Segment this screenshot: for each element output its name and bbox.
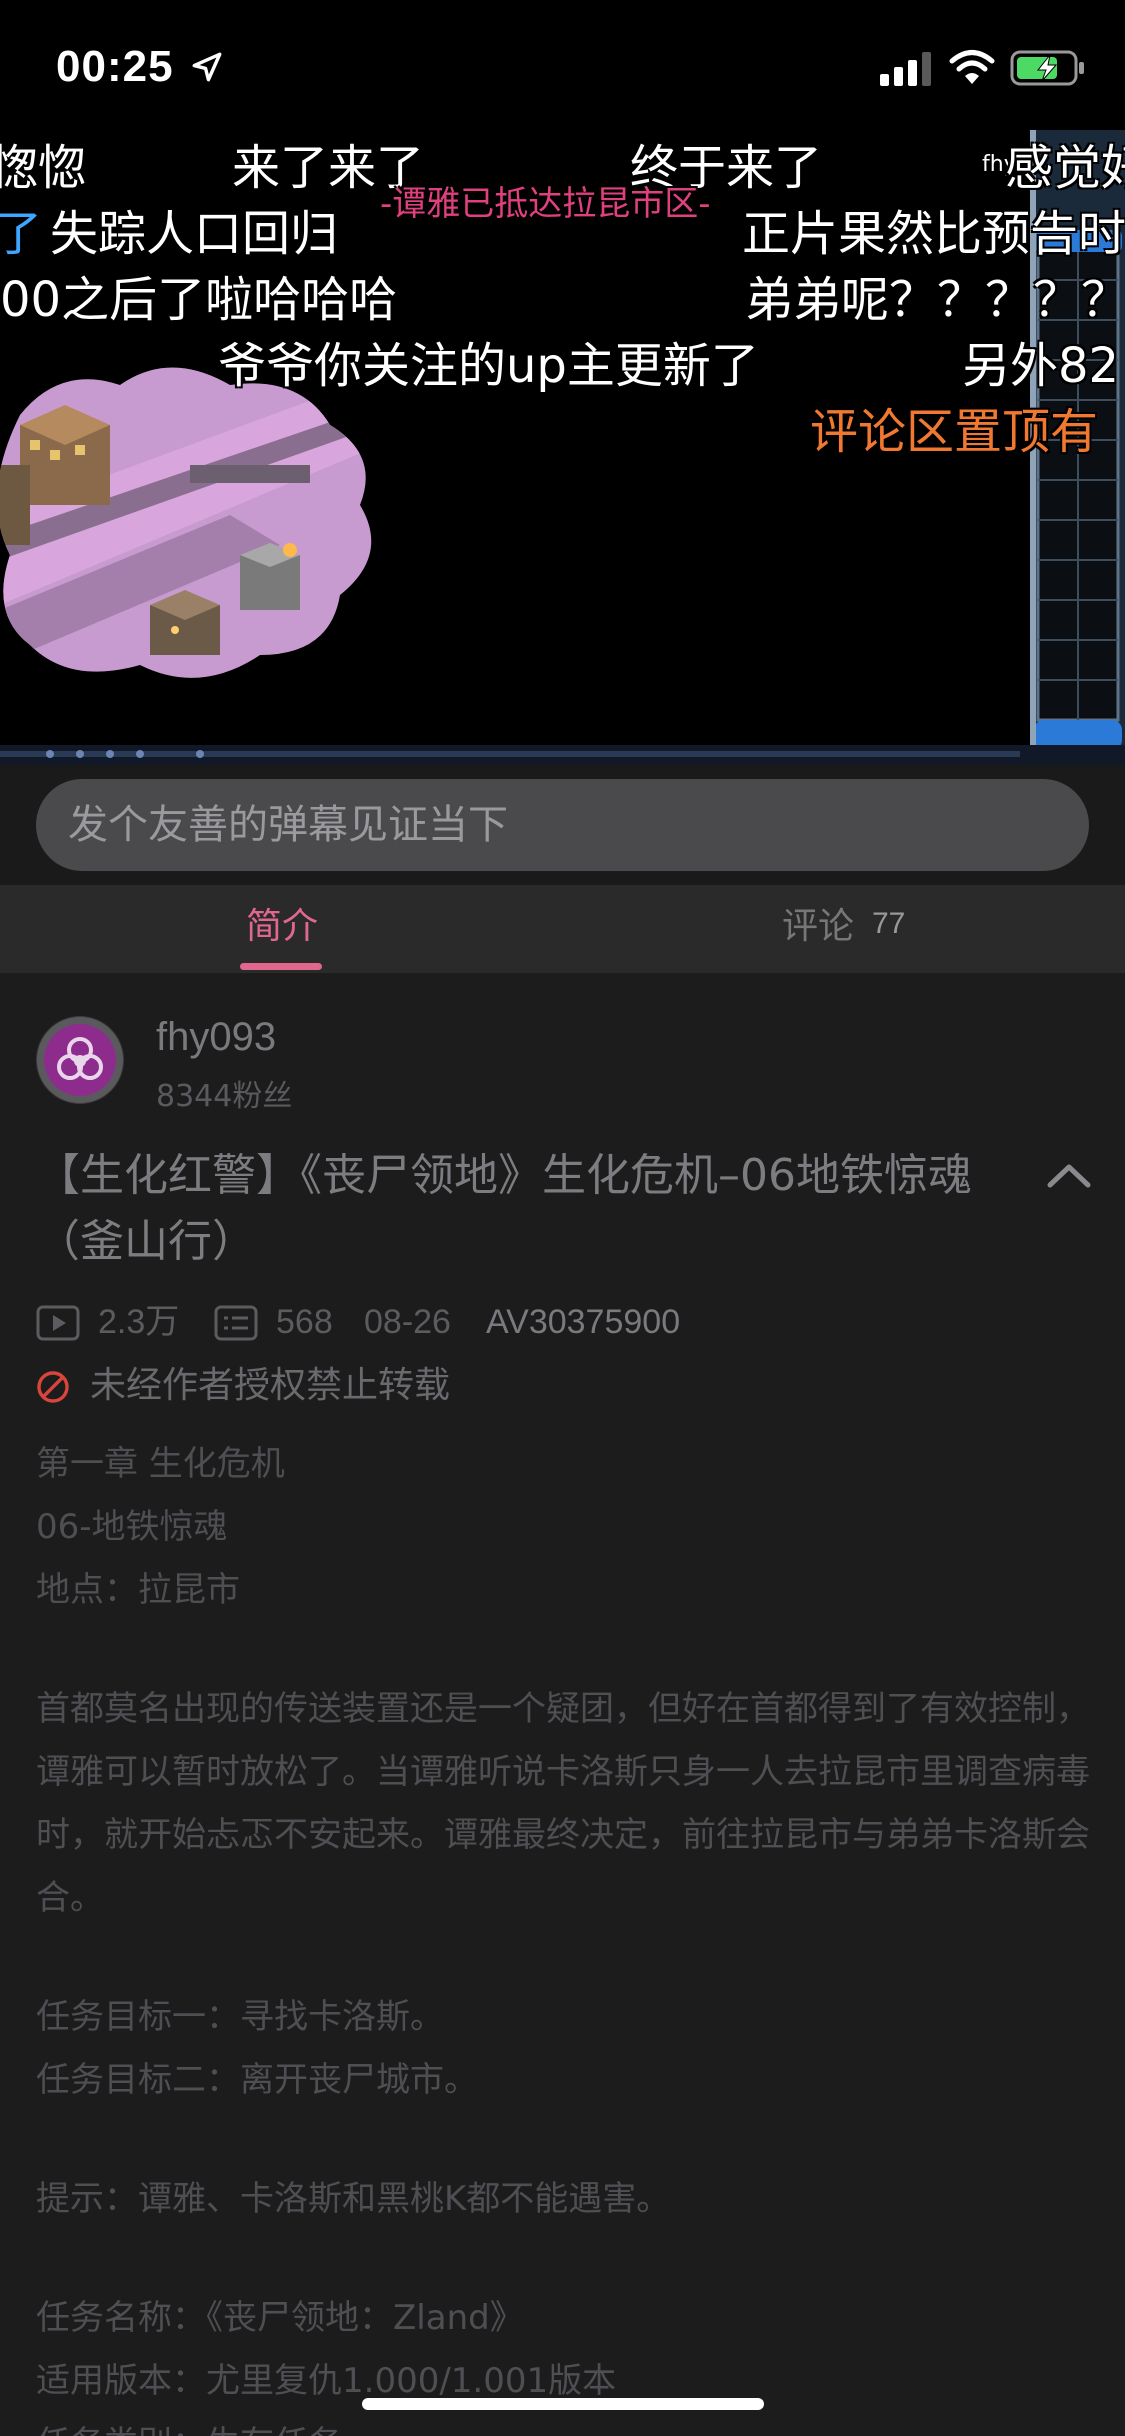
danmaku-item: 正片果然比预告时 <box>742 206 1125 262</box>
danmaku-item: 失踪人口回归 <box>50 206 339 262</box>
tab-comments[interactable]: 评论 <box>782 885 854 973</box>
danmaku-input-bar: 发个友善的弹幕见证当下 <box>0 765 1125 885</box>
danmaku-item: 愡惚 <box>0 140 87 196</box>
active-tab-indicator <box>240 963 322 970</box>
danmaku-item: 感觉好 <box>1005 140 1125 196</box>
danmaku-count-icon <box>214 1305 258 1341</box>
battery-charging-icon <box>1010 50 1084 86</box>
description-line: 任务目标一：寻找卡洛斯。 <box>36 1997 444 2037</box>
description-paragraph: 首都莫名出现的传送装置还是一个疑团，但好在首都得到了有效控制，谭雅可以暂时放松了… <box>36 1689 1090 1918</box>
no-repost-notice: 未经作者授权禁止转载 <box>36 1361 636 1411</box>
publish-date: 08-26 <box>364 1303 451 1341</box>
wifi-icon <box>949 50 995 84</box>
chevron-up-icon[interactable] <box>1046 1159 1092 1191</box>
description-line: 任务目标二：离开丧尸城市。 <box>36 2060 478 2100</box>
danmaku-item: 评论区置顶有 <box>810 404 1099 460</box>
game-scene-image <box>0 367 372 678</box>
tab-intro[interactable]: 简介 <box>246 885 318 973</box>
intro-panel: fhy093 8344粉丝 【生化红警】《丧尸领地》生化危机–06地铁惊魂（釜山… <box>0 973 1125 2436</box>
danmaku-item: 另外82 <box>962 338 1120 394</box>
home-indicator[interactable] <box>362 2398 764 2410</box>
danmaku-item: 了 <box>0 206 43 262</box>
danmaku-item: 弟弟呢？？？？？ <box>745 272 1125 328</box>
video-stats: 2.3万 568 08-26 AV30375900 <box>36 1297 1036 1347</box>
prohibited-icon <box>37 1371 69 1403</box>
uploader-name[interactable]: fhy093 <box>156 1015 276 1060</box>
description-line: 06-地铁惊魂 <box>36 1507 228 1547</box>
play-count: 2.3万 <box>98 1303 180 1341</box>
status-bar: 00:25 <box>0 0 1125 130</box>
description-line: 任务类别：生存任务 <box>36 2413 1096 2436</box>
video-player[interactable]: 愡惚 来了来了 终于来了 fhy 感觉好 了 失踪人口回归 -谭雅已抵达拉昆市区… <box>0 0 1125 765</box>
status-time: 00:25 <box>56 42 174 91</box>
video-description: 第一章 生化危机 06-地铁惊魂 地点：拉昆市 首都莫名出现的传送装置还是一个疑… <box>36 1433 1096 2436</box>
danmaku-item: 00之后了啦哈哈哈 <box>0 272 398 328</box>
description-line: 任务名称：《丧尸领地：Zland》 <box>36 2298 524 2338</box>
no-repost-text: 未经作者授权禁止转载 <box>90 1365 451 1406</box>
av-id[interactable]: AV30375900 <box>486 1297 680 1347</box>
comments-count-badge: 77 <box>872 907 906 940</box>
location-arrow-icon <box>192 52 222 82</box>
game-bottom-bar <box>0 745 1125 765</box>
description-line: 提示：谭雅、卡洛斯和黑桃K都不能遇害。 <box>36 2179 671 2219</box>
description-line: 第一章 生化危机 <box>36 1444 285 1484</box>
play-count-icon <box>36 1305 80 1341</box>
danmaku-count: 568 <box>276 1303 333 1341</box>
follower-count: 8344粉丝 <box>156 1079 293 1114</box>
danmaku-input[interactable]: 发个友善的弹幕见证当下 <box>36 779 1089 871</box>
danmaku-item: 爷爷你关注的up主更新了 <box>218 338 759 394</box>
cellular-signal-icon <box>880 52 931 86</box>
description-line: 地点：拉昆市 <box>36 1570 240 1610</box>
danmaku-item: -谭雅已抵达拉昆市区- <box>380 184 711 224</box>
video-title: 【生化红警】《丧尸领地》生化危机–06地铁惊魂（釜山行） <box>36 1150 972 1267</box>
avatar[interactable] <box>36 1016 124 1104</box>
tab-bar: 简介 评论 77 <box>0 885 1125 973</box>
